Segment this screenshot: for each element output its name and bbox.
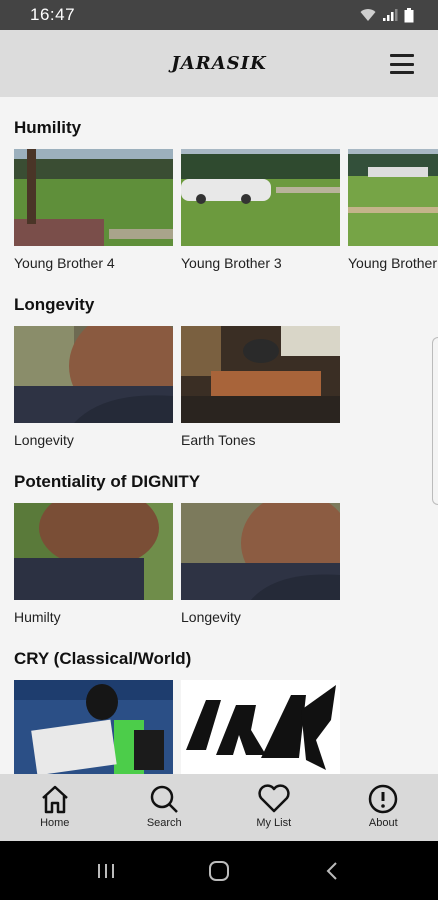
video-thumbnail[interactable]	[14, 503, 173, 600]
heart-icon	[258, 784, 290, 813]
section-title: CRY (Classical/World)	[14, 649, 192, 668]
video-thumbnail[interactable]	[14, 680, 173, 774]
section-longevity: Longevity Longevity Earth Tones	[14, 294, 438, 448]
content-scroll-area[interactable]: Humility Young Brother 4 Young Brother 3…	[0, 97, 438, 774]
video-card[interactable]	[181, 680, 340, 774]
home-icon	[41, 785, 68, 814]
video-card[interactable]	[14, 680, 173, 774]
home-button[interactable]	[199, 851, 239, 891]
carousel-row[interactable]	[14, 680, 340, 774]
video-card[interactable]: Young Brother 3	[181, 149, 340, 272]
app-logo: JARASIK	[171, 53, 267, 74]
nav-about[interactable]: About	[329, 774, 438, 841]
carousel-row[interactable]: Young Brother 4 Young Brother 3 Young Br…	[14, 149, 438, 272]
nav-home[interactable]: Home	[0, 774, 110, 841]
nav-label: Search	[146, 817, 182, 829]
section-title: Potentiality of DIGNITY	[14, 472, 201, 491]
video-thumbnail[interactable]	[14, 149, 173, 246]
hamburger-menu-icon[interactable]	[390, 54, 414, 74]
section-humility: Humility Young Brother 4 Young Brother 3…	[14, 117, 438, 271]
signal-icon	[383, 9, 398, 21]
battery-icon	[404, 7, 414, 22]
nav-label: My List	[256, 817, 292, 829]
video-card[interactable]: Young Brother 2	[348, 149, 438, 272]
video-title: Earth Tones	[181, 432, 256, 448]
nav-search[interactable]: Search	[110, 774, 220, 841]
video-card[interactable]: Earth Tones	[181, 326, 340, 449]
section-potentiality-of-dignity: Potentiality of DIGNITY Humilty Longevit…	[14, 471, 438, 625]
section-title: Humility	[14, 118, 82, 137]
app-header: JARASIK	[0, 30, 438, 97]
video-title: Longevity	[14, 432, 74, 448]
back-chevron-icon	[326, 861, 337, 880]
system-navigation-bar	[0, 841, 438, 900]
video-thumbnail[interactable]	[181, 149, 340, 246]
back-button[interactable]	[312, 851, 352, 891]
video-title: Young Brother 3	[181, 255, 282, 271]
status-icons	[360, 7, 414, 23]
video-thumbnail[interactable]	[181, 503, 340, 600]
wifi-icon	[360, 9, 376, 21]
section-title: Longevity	[14, 295, 95, 314]
carousel-row[interactable]: Longevity Earth Tones	[14, 326, 340, 449]
home-circle-icon	[208, 860, 229, 881]
scroll-handle[interactable]	[432, 337, 438, 505]
video-thumbnail[interactable]	[181, 326, 340, 423]
carousel-row[interactable]: Humilty Longevity	[14, 503, 340, 626]
video-card[interactable]: Longevity	[181, 503, 340, 626]
video-thumbnail[interactable]	[348, 149, 438, 246]
video-card[interactable]: Humilty	[14, 503, 173, 626]
recent-apps-button[interactable]	[86, 851, 126, 891]
video-title: Young Brother 2	[348, 255, 438, 271]
video-title: Young Brother 4	[14, 255, 115, 271]
status-time: 16:47	[30, 5, 76, 24]
nav-label: About	[368, 817, 398, 829]
nav-my-list[interactable]: My List	[219, 774, 329, 841]
video-title: Humilty	[14, 609, 61, 625]
info-icon	[369, 784, 398, 814]
video-card[interactable]: Longevity	[14, 326, 173, 449]
section-cry-classical-world: CRY (Classical/World)	[14, 648, 438, 774]
recent-apps-icon	[98, 863, 115, 878]
video-title: Longevity	[181, 609, 241, 625]
video-thumbnail[interactable]	[181, 680, 340, 774]
video-thumbnail[interactable]	[14, 326, 173, 423]
bottom-navigation: Home Search My List About	[0, 774, 438, 841]
video-card[interactable]: Young Brother 4	[14, 149, 173, 272]
status-bar: 16:47	[0, 0, 438, 30]
search-icon	[151, 785, 179, 813]
nav-label: Home	[40, 817, 70, 829]
